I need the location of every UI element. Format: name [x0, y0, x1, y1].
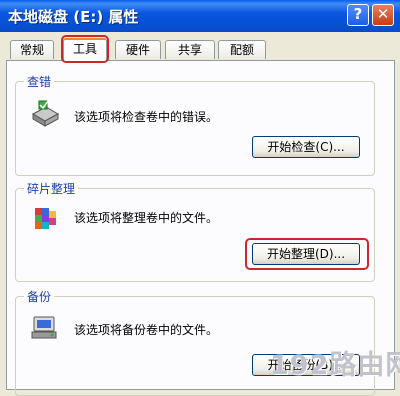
- watermark-text: 192路由网: [270, 350, 400, 381]
- tab-quota[interactable]: 配额: [218, 40, 266, 59]
- group-description: 该选项将整理卷中的文件。: [74, 211, 219, 225]
- start-defrag-button[interactable]: 开始整理(D)...: [252, 243, 360, 265]
- error-check-group: 查错 该选项将检查卷中的错误。 开始检查(C)...: [15, 73, 375, 176]
- backup-icon: [31, 316, 57, 339]
- start-check-button[interactable]: 开始检查(C)...: [252, 136, 360, 158]
- tab-highlight-marker: [61, 35, 109, 63]
- group-title: 备份: [24, 288, 55, 305]
- group-title: 查错: [24, 73, 55, 90]
- group-description: 该选项将检查卷中的错误。: [74, 110, 219, 124]
- defrag-icon: [35, 208, 56, 229]
- close-button[interactable]: ✕: [372, 4, 394, 26]
- tools-panel: 查错 该选项将检查卷中的错误。 开始检查(C)... 碎片整理 该选项将整理卷中…: [6, 60, 395, 396]
- title-bar[interactable]: 本地磁盘 (E:) 属性 ? ✕: [0, 0, 400, 32]
- tab-strip: 常规 工具 硬件 共享 配额: [0, 38, 400, 61]
- tab-sharing[interactable]: 共享: [165, 40, 215, 59]
- tab-general[interactable]: 常规: [10, 40, 54, 59]
- window-title: 本地磁盘 (E:) 属性: [8, 8, 139, 26]
- group-title: 碎片整理: [24, 180, 79, 197]
- defrag-group: 碎片整理 该选项将整理卷中的文件。 开始整理(D)...: [15, 180, 375, 282]
- group-description: 该选项将备份卷中的文件。: [74, 323, 219, 337]
- disk-check-icon: [31, 100, 60, 127]
- help-button[interactable]: ?: [347, 4, 369, 26]
- tab-hardware[interactable]: 硬件: [115, 40, 161, 59]
